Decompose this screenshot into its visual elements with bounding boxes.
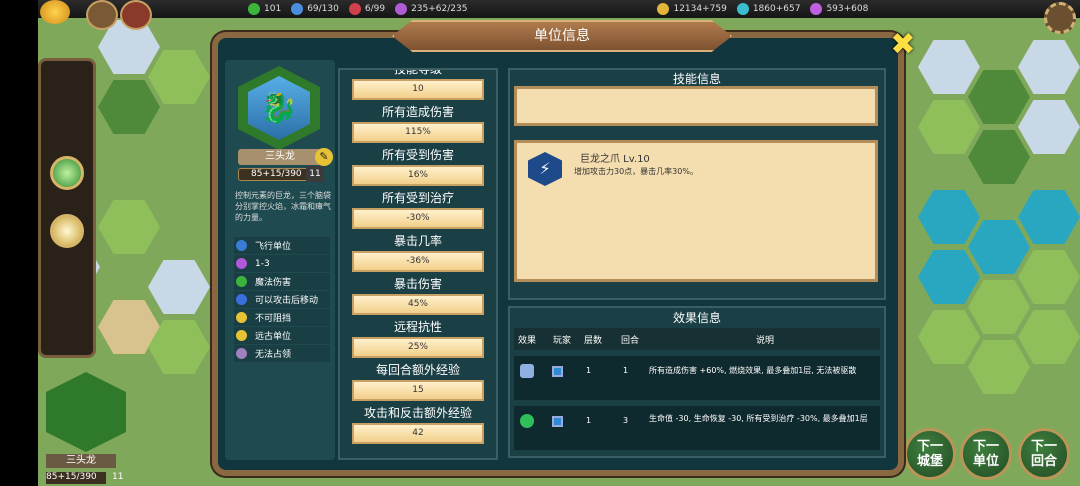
resource-gem: 1860+657 (736, 3, 800, 15)
ranged-icon (236, 330, 247, 341)
trait-item: 1-3 (234, 255, 330, 272)
selected-unit-hp: 85+15/390 (46, 472, 106, 484)
skill-card (514, 140, 878, 282)
stat-row: 技能等级 10 (340, 70, 496, 103)
left-sidebar (38, 58, 96, 358)
effect-row: 1 3 生命值 -30, 生命恢复 -30, 所有受到治疗 -30%, 最多叠加… (514, 406, 880, 450)
trait-item: 可以攻击后移动 (234, 291, 330, 308)
resource-mana: 593+608 (810, 3, 868, 15)
resource-gold: 12134+759 (657, 3, 727, 15)
unit-description: 控制元素的巨龙，三个脑袋分别掌控火焰，冰霜和瘴气的力量。 (235, 191, 331, 222)
unit-stats-list[interactable]: 技能等级 10 所有造成伤害 115% 所有受到伤害 16% 所有受到治疗 -30% 暴… (338, 68, 498, 460)
gem-icon (736, 3, 749, 15)
unit-level: 11 (306, 166, 324, 182)
resource-leaf: 101 (248, 3, 281, 15)
stat-row: 所有受到治疗 -30% (340, 189, 496, 232)
population-icon (291, 3, 304, 15)
leaf-icon (248, 3, 260, 15)
close-icon: ✖ (890, 27, 916, 62)
resource-magic: 235+62/235 (395, 3, 467, 15)
stat-row: 攻击和反击额外经验 42 (340, 404, 496, 447)
dialog-title: 单位信息 (392, 20, 732, 52)
close-button[interactable]: ✖ (884, 30, 922, 62)
col-effect: 效果 (518, 336, 537, 346)
gold-icon (657, 3, 670, 15)
magic-damage-icon (236, 276, 247, 287)
range-icon (236, 258, 247, 269)
shop-icon[interactable] (120, 0, 152, 30)
unit-traits: 飞行单位 1-3 魔法伤害 可以攻击后移动 不可阻挡 远古单位 无法占领 (234, 237, 330, 363)
stat-row: 所有造成伤害 115% (340, 103, 496, 146)
selected-unit-name: 三头龙 (46, 454, 116, 468)
next-castle-button[interactable]: 下一 城堡 (904, 428, 956, 480)
unstoppable-icon (236, 312, 247, 323)
army-icon (348, 3, 361, 15)
col-desc: 说明 (756, 336, 775, 346)
stat-row: 所有受到伤害 16% (340, 146, 496, 189)
mana-icon (810, 3, 823, 15)
skill-description: 增加攻击力30点，暴击几率30%。 (574, 167, 698, 176)
resource-army: 6/99 (348, 3, 385, 15)
skill-card-previous (514, 86, 878, 126)
stat-row: 远程抗性 25% (340, 318, 496, 361)
settings-gear-icon[interactable] (1044, 2, 1076, 34)
light-orb-icon[interactable] (50, 214, 84, 248)
trait-item: 不可阻挡 (234, 309, 330, 326)
trait-item: 魔法伤害 (234, 273, 330, 290)
trait-item: 无法占领 (234, 345, 330, 362)
next-unit-button[interactable]: 下一 单位 (960, 428, 1012, 480)
bag-icon[interactable] (86, 0, 118, 30)
resource-bar: 101 69/130 6/99 235+62/235 12134+759 186… (38, 0, 1080, 18)
move-after-attack-icon (236, 294, 247, 305)
burn-effect-icon (520, 364, 534, 378)
player-color-icon (552, 416, 563, 427)
no-capture-icon (236, 348, 247, 359)
effects-table-header: 效果 玩家 层数 回合 说明 (514, 328, 880, 350)
stat-row: 每回合额外经验 15 (340, 361, 496, 404)
sun-icon[interactable] (40, 0, 70, 24)
magic-icon (395, 3, 408, 15)
selected-unit-level: 11 (112, 472, 124, 482)
trait-item: 远古单位 (234, 327, 330, 344)
green-orb-icon[interactable] (50, 156, 84, 190)
stat-row: 暴击伤害 45% (340, 275, 496, 318)
resource-population: 69/130 (291, 3, 339, 15)
player-color-icon (552, 366, 563, 377)
rename-pencil-icon[interactable]: ✎ (315, 148, 333, 166)
unit-name: 三头龙 (238, 149, 322, 165)
next-turn-button[interactable]: 下一 回合 (1018, 428, 1070, 480)
col-player: 玩家 (553, 336, 572, 346)
stat-row: 暴击几率 -36% (340, 232, 496, 275)
skill-name: 巨龙之爪 Lv.10 (580, 154, 650, 165)
effect-row: 1 1 所有造成伤害 +60%, 燃烧效果, 最多叠加1层, 无法被驱散 (514, 356, 880, 400)
flying-icon (236, 240, 247, 251)
effect-info-header: 效果信息 (672, 311, 721, 325)
col-stacks: 层数 (584, 336, 603, 346)
col-turns: 回合 (621, 336, 640, 346)
poison-effect-icon (520, 414, 534, 428)
trait-item: 飞行单位 (234, 237, 330, 254)
